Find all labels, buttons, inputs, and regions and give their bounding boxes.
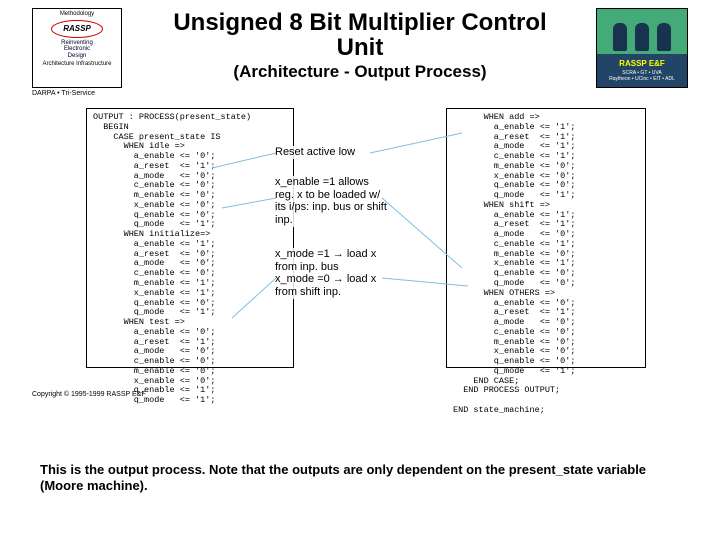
annotation-reset: Reset active low (275, 146, 387, 159)
annotation-xenable: x_enable =1 allows reg. x to be loaded w… (275, 176, 387, 227)
darpa-label: DARPA • Tri-Service (32, 90, 95, 97)
slide-header: Methodology RASSP Reinventing Electronic… (32, 8, 688, 94)
caption-text: This is the output process. Note that th… (40, 462, 680, 495)
logo-right-tag: SCRA • GT • UVA Raytheon • UCinc • EIT •… (597, 70, 687, 82)
logo-left-tag: Architecture Infrastructure (35, 61, 119, 68)
logo-left-top: Methodology (35, 11, 119, 18)
logo-left-brand: RASSP (51, 20, 103, 38)
copyright: Copyright © 1995-1999 RASSP E&F (32, 391, 146, 398)
title-line1: Unsigned 8 Bit Multiplier Control (173, 9, 546, 36)
logo-right-brand: RASSP E&F (597, 59, 687, 68)
title-line2: Unit (337, 34, 384, 61)
slide-title: Unsigned 8 Bit Multiplier Control Unit (32, 8, 688, 60)
slide: Methodology RASSP Reinventing Electronic… (32, 8, 688, 398)
code-column-right: WHEN add => a_enable <= '1'; a_reset <= … (446, 108, 646, 368)
logo-left: Methodology RASSP Reinventing Electronic… (32, 8, 122, 88)
logo-left-sub: Reinventing Electronic Design (35, 40, 119, 60)
annotation-xmode: x_mode =1 → load x from inp. bus x_mode … (275, 248, 387, 299)
logo-right: RASSP E&F SCRA • GT • UVA Raytheon • UCi… (596, 8, 688, 88)
slide-subtitle: (Architecture - Output Process) (32, 62, 688, 82)
code-column-left: OUTPUT : PROCESS(present_state) BEGIN CA… (86, 108, 294, 368)
people-icon (597, 23, 687, 51)
